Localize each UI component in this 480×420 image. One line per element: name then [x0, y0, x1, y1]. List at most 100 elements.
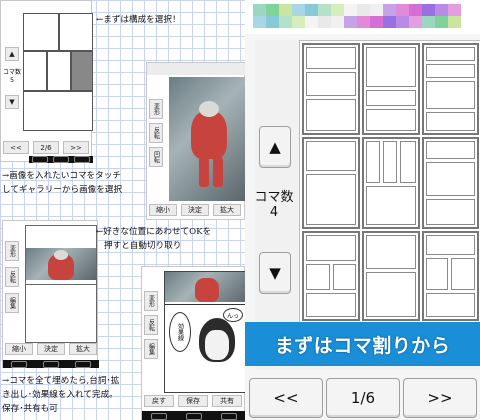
color-swatch	[448, 4, 461, 16]
promo-banner: まずはコマ割りから	[245, 322, 480, 366]
layout-option-5[interactable]	[362, 137, 420, 229]
caption-step2-line1: →画像を入れたいコマをタッチ	[2, 171, 121, 181]
prev-page-button[interactable]: <<	[249, 378, 323, 418]
layout-option-8[interactable]	[362, 231, 420, 321]
color-swatch	[357, 4, 370, 16]
caption-step4-line1: →コマを全て埋めたら,台詞･拡	[2, 376, 120, 386]
color-swatch	[370, 4, 383, 16]
mini-layout-grid	[23, 13, 93, 131]
koma-up-button[interactable]: ▲	[259, 126, 291, 168]
mini-manga-save-button[interactable]: 保存	[178, 395, 208, 407]
next-page-button[interactable]: >>	[403, 378, 477, 418]
mini-system-navbar	[29, 156, 93, 163]
mini-up-button[interactable]: ▲	[5, 47, 19, 61]
mini-manga-share-button[interactable]: 共有	[212, 395, 242, 407]
color-swatch	[279, 16, 292, 28]
color-swatch	[422, 16, 435, 28]
color-swatch	[318, 4, 331, 16]
mini-manga-side-transform[interactable]: 変形	[144, 291, 158, 311]
page-indicator: 1/6	[326, 378, 400, 418]
layout-selection-area: ▲ コマ数 4 ▼	[254, 40, 480, 370]
mini-manga-undo-button[interactable]: 戻す	[144, 395, 174, 407]
mini-layout-screen: ▲ コマ数 5 ▼ << 2/6 >>	[0, 0, 93, 163]
color-swatch	[292, 4, 305, 16]
color-swatch	[331, 16, 344, 28]
color-swatch	[344, 16, 357, 28]
caption-step2-line2: してギャラリーから画像を選択	[2, 185, 123, 195]
mini-crop-screen: 変形 反転 編集 縮小 決定 拡大	[2, 220, 99, 368]
color-swatch	[396, 4, 409, 16]
mini-photo-side-flip[interactable]: 反転	[149, 123, 163, 143]
caption-step3-line2: 押すと自動切り取り	[104, 241, 182, 251]
mini-crop-expand-button[interactable]: 拡大	[69, 343, 97, 355]
tutorial-collage: ▲ コマ数 5 ▼ << 2/6 >> ←まずは構成を選択！ 変形 反転 回転 …	[0, 0, 245, 420]
mini-crop-side-edit[interactable]: 編集	[5, 293, 19, 313]
color-swatch	[318, 16, 331, 28]
mini-manga-screen: 効果線 んっ 変形 反転 編集 戻す 保存 共有	[141, 266, 245, 420]
mini-next-button[interactable]: >>	[63, 141, 89, 154]
mini-manga-page: 効果線 んっ	[164, 271, 245, 393]
mini-crop-shrink-button[interactable]: 縮小	[5, 343, 33, 355]
color-swatch	[435, 16, 448, 28]
color-swatch	[435, 4, 448, 16]
color-swatch	[331, 4, 344, 16]
layout-option-9[interactable]	[422, 231, 479, 321]
color-swatch	[279, 4, 292, 16]
mini-crop-ok-button[interactable]: 決定	[37, 343, 65, 355]
caption-step3-line1: ←好きな位置にあわせてOKを	[96, 227, 212, 237]
color-swatch	[370, 16, 383, 28]
mini-crop-side-transform[interactable]: 変形	[5, 241, 19, 261]
mini-manga-side-edit[interactable]: 編集	[144, 339, 158, 359]
color-swatch	[383, 4, 396, 16]
layout-option-3[interactable]	[422, 43, 479, 135]
layout-option-2[interactable]	[362, 43, 420, 135]
color-swatch	[409, 16, 422, 28]
mini-photo-ok-button[interactable]: 決定	[181, 204, 209, 216]
color-swatch	[396, 16, 409, 28]
layout-options-grid	[299, 40, 480, 324]
mini-photo-screen: 変形 反転 回転 縮小 決定 拡大	[146, 62, 245, 220]
mini-manga-bubble: 効果線	[169, 312, 191, 352]
color-swatch-bar	[245, 0, 480, 34]
mini-photo-side-transform[interactable]: 変形	[149, 99, 163, 119]
color-swatch	[422, 4, 435, 16]
mini-crop-side-flip[interactable]: 反転	[5, 267, 19, 287]
app-screen: ▲ コマ数 4 ▼ まずはコマ割りから << 1/6 >>	[245, 0, 480, 420]
color-swatch	[305, 4, 318, 16]
caption-step4-line2: き出し･効果線を入れて完成。	[2, 390, 118, 400]
color-swatch	[357, 16, 370, 28]
mini-down-button[interactable]: ▼	[5, 95, 19, 109]
layout-option-4[interactable]	[302, 137, 360, 229]
mini-manga-bubble-2: んっ	[223, 308, 243, 322]
color-swatch	[305, 16, 318, 28]
mini-page-indicator: 2/6	[33, 141, 59, 154]
koma-count-label: コマ数 4	[249, 190, 299, 220]
mini-crop-panel	[25, 225, 97, 343]
layout-option-7[interactable]	[302, 231, 360, 321]
color-swatch	[292, 16, 305, 28]
mini-prev-button[interactable]: <<	[3, 141, 29, 154]
mini-manga-navbar	[142, 411, 245, 420]
mini-photo-topbar	[147, 63, 245, 75]
color-swatch	[344, 4, 357, 16]
mini-photo-expand-button[interactable]: 拡大	[213, 204, 241, 216]
caption-step1: ←まずは構成を選択！	[96, 15, 181, 25]
caption-step4-line3: 保存･共有も可	[2, 404, 58, 414]
layout-option-6[interactable]	[422, 137, 479, 229]
color-swatch	[448, 16, 461, 28]
color-swatch	[266, 4, 279, 16]
mini-photo-shrink-button[interactable]: 縮小	[149, 204, 177, 216]
mini-photo-image	[169, 77, 245, 201]
mini-koma-label: コマ数 5	[2, 69, 21, 84]
color-swatch	[383, 16, 396, 28]
koma-count-title: コマ数	[254, 190, 294, 205]
mini-crop-navbar	[3, 360, 99, 368]
mini-photo-side-rotate[interactable]: 回転	[149, 147, 163, 167]
color-swatch	[266, 16, 279, 28]
koma-count-value: 4	[269, 205, 279, 220]
layout-option-1[interactable]	[302, 43, 360, 135]
color-swatch	[409, 4, 422, 16]
color-swatch	[253, 16, 266, 28]
mini-manga-side-flip[interactable]: 反転	[144, 315, 158, 335]
koma-down-button[interactable]: ▼	[259, 252, 291, 294]
